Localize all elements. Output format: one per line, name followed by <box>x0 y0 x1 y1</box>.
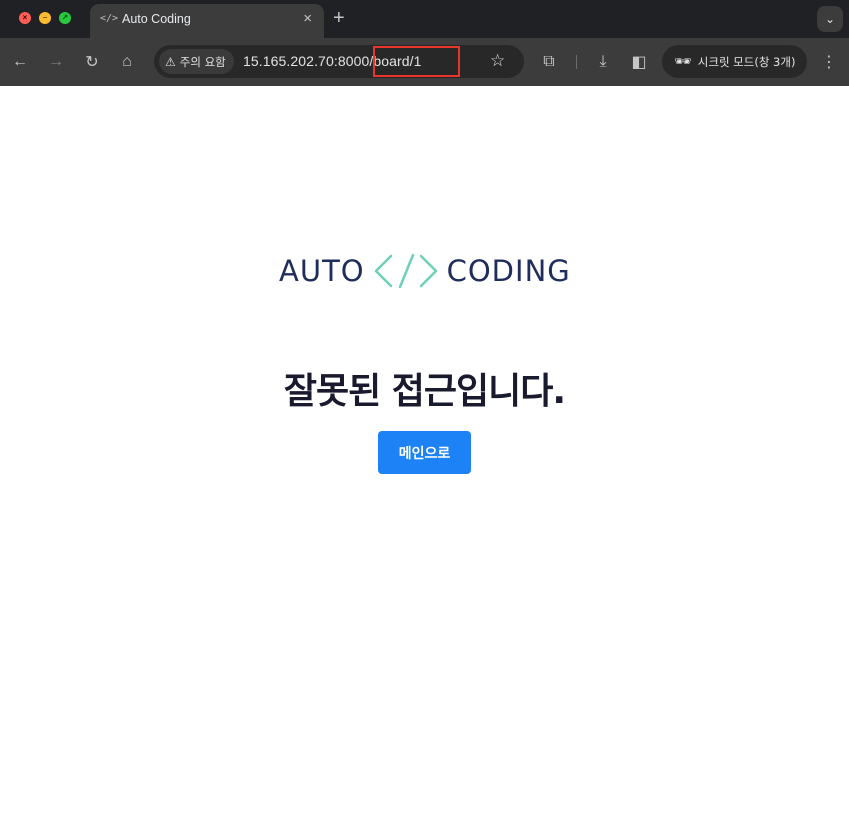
code-favicon-icon: </> <box>100 13 119 24</box>
bookmark-star-icon[interactable]: ☆ <box>490 51 505 71</box>
incognito-label: 시크릿 모드(창 3개) <box>697 54 796 69</box>
side-panel-icon[interactable]: ◧ <box>628 51 650 73</box>
tab-strip: × − ↗ </> Auto Coding × + ⌄ <box>0 0 849 38</box>
more-menu-icon[interactable]: ⋮ <box>818 51 840 73</box>
code-brackets-icon <box>374 253 437 289</box>
error-heading: 잘못된 접근입니다. <box>283 371 566 412</box>
browser-toolbar: ← → ↻ ⌂ ⚠ 주의 요함 15.165.202.70:8000/board… <box>0 38 849 86</box>
toolbar-divider <box>576 55 577 69</box>
reload-icon[interactable]: ↻ <box>81 51 103 73</box>
back-arrow-icon[interactable]: ← <box>9 51 31 73</box>
window-close-icon[interactable]: × <box>19 12 31 24</box>
logo-word-right: CODING <box>446 254 571 288</box>
window-maximize-icon[interactable]: ↗ <box>59 12 71 24</box>
window-minimize-icon[interactable]: − <box>39 12 51 24</box>
logo-word-left: AUTO <box>279 254 365 288</box>
page-content: AUTO CODING 잘못된 접근입니다. 메인으로 <box>0 86 849 832</box>
security-status-chip[interactable]: ⚠ 주의 요함 <box>159 49 234 74</box>
address-bar[interactable]: ⚠ 주의 요함 15.165.202.70:8000/board/1 ☆ <box>154 45 524 78</box>
browser-tab[interactable]: </> Auto Coding × <box>90 4 324 38</box>
tab-search-chevron-icon[interactable]: ⌄ <box>817 6 843 32</box>
url-path-highlight-box <box>373 46 460 77</box>
extensions-puzzle-icon[interactable]: ⧉ <box>538 51 560 73</box>
new-tab-icon[interactable]: + <box>333 7 345 30</box>
forward-arrow-icon[interactable]: → <box>45 51 67 73</box>
download-icon[interactable]: ⤓ <box>592 51 614 73</box>
auto-coding-logo[interactable]: AUTO CODING <box>279 252 571 290</box>
security-status-label: 주의 요함 <box>179 54 226 69</box>
tab-close-icon[interactable]: × <box>303 10 312 27</box>
browser-chrome: × − ↗ </> Auto Coding × + ⌄ ← → ↻ ⌂ ⚠ 주의… <box>0 0 849 86</box>
incognito-indicator[interactable]: 🕶 시크릿 모드(창 3개) <box>662 45 807 78</box>
tab-title: Auto Coding <box>122 12 191 26</box>
warning-triangle-icon: ⚠ <box>165 54 176 69</box>
home-icon[interactable]: ⌂ <box>116 51 138 73</box>
incognito-icon: 🕶 <box>674 53 692 69</box>
go-main-button[interactable]: 메인으로 <box>378 431 471 474</box>
